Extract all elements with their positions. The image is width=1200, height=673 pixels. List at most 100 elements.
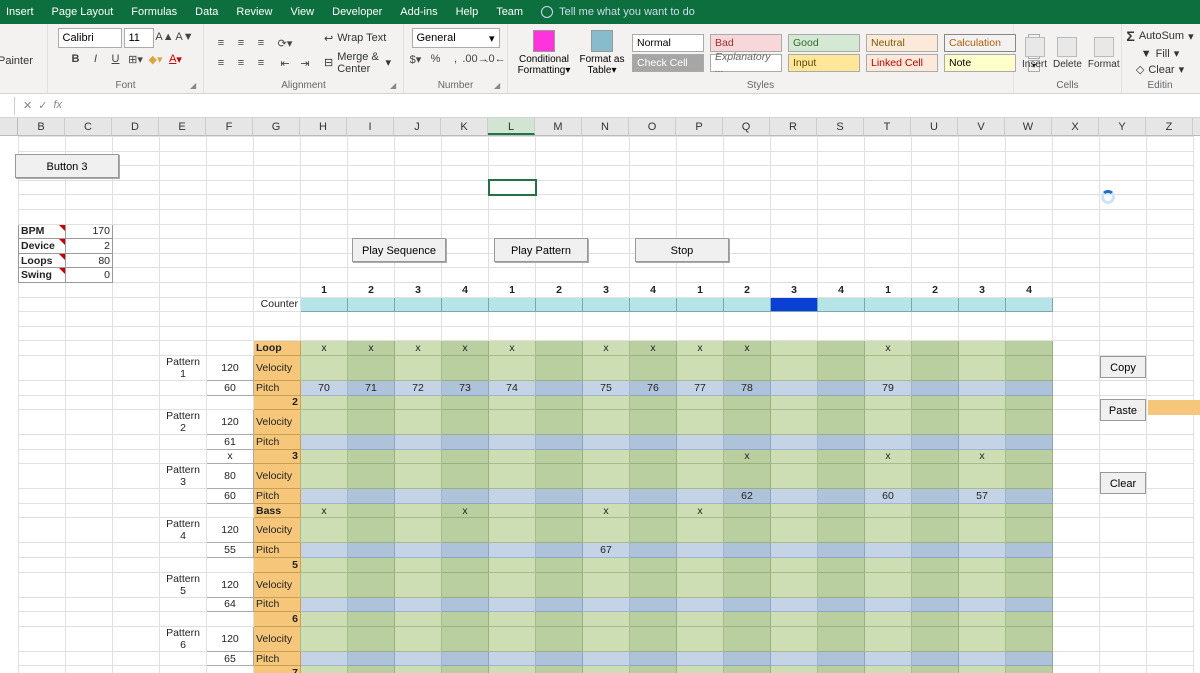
cell[interactable] xyxy=(254,224,301,239)
cell[interactable] xyxy=(395,572,442,597)
cell[interactable] xyxy=(1100,503,1147,518)
tab-team[interactable]: Team xyxy=(496,6,523,18)
tab-review[interactable]: Review xyxy=(236,6,272,18)
cell[interactable] xyxy=(1006,166,1053,181)
cell[interactable] xyxy=(865,626,912,651)
align-middle-icon[interactable]: ≡ xyxy=(232,34,250,52)
cell[interactable] xyxy=(19,282,66,297)
cell[interactable] xyxy=(489,543,536,558)
cell[interactable] xyxy=(207,395,254,410)
cell[interactable] xyxy=(724,543,771,558)
cell[interactable] xyxy=(113,395,160,410)
cell[interactable] xyxy=(771,166,818,181)
cell[interactable] xyxy=(865,137,912,152)
cell[interactable] xyxy=(724,410,771,435)
cell[interactable] xyxy=(724,395,771,410)
cell[interactable] xyxy=(912,355,959,380)
cell[interactable]: 76 xyxy=(630,380,677,395)
cell[interactable] xyxy=(66,464,113,489)
cell[interactable] xyxy=(771,380,818,395)
cell[interactable]: x xyxy=(442,341,489,356)
cell[interactable] xyxy=(442,224,489,239)
cell[interactable] xyxy=(724,464,771,489)
cell[interactable] xyxy=(348,612,395,627)
cell[interactable] xyxy=(19,449,66,464)
cell[interactable]: 2 xyxy=(724,282,771,297)
cell[interactable] xyxy=(959,597,1006,612)
cell[interactable] xyxy=(583,626,630,651)
cell[interactable]: 0 xyxy=(66,268,113,283)
cell[interactable] xyxy=(630,651,677,666)
cell[interactable] xyxy=(1053,239,1100,254)
cell[interactable]: Pattern 2 xyxy=(160,410,207,435)
cell[interactable] xyxy=(1147,449,1194,464)
cell[interactable] xyxy=(113,341,160,356)
cell[interactable] xyxy=(1053,543,1100,558)
cell[interactable] xyxy=(113,597,160,612)
col-header-B[interactable]: B xyxy=(18,118,65,135)
wrap-text-button[interactable]: ↩Wrap Text xyxy=(320,30,395,47)
cell[interactable] xyxy=(912,297,959,312)
cell[interactable] xyxy=(583,612,630,627)
cell[interactable] xyxy=(818,253,865,268)
cell[interactable]: 2 xyxy=(254,395,301,410)
cell[interactable] xyxy=(19,666,66,673)
cell[interactable]: 65 xyxy=(207,651,254,666)
cell[interactable] xyxy=(818,626,865,651)
cell[interactable] xyxy=(630,151,677,166)
cell[interactable] xyxy=(395,151,442,166)
cell[interactable] xyxy=(1147,518,1194,543)
cell[interactable] xyxy=(66,137,113,152)
cell[interactable] xyxy=(536,395,583,410)
cell[interactable] xyxy=(489,151,536,166)
cell[interactable] xyxy=(818,380,865,395)
cell[interactable] xyxy=(818,558,865,573)
cell[interactable] xyxy=(630,355,677,380)
cell[interactable] xyxy=(818,612,865,627)
cell[interactable] xyxy=(1006,253,1053,268)
cell[interactable] xyxy=(912,326,959,341)
cell[interactable] xyxy=(113,489,160,504)
cell[interactable] xyxy=(113,380,160,395)
cell[interactable] xyxy=(301,268,348,283)
cell[interactable] xyxy=(818,666,865,673)
cell[interactable] xyxy=(536,341,583,356)
cell[interactable]: 64 xyxy=(207,597,254,612)
cell[interactable] xyxy=(113,326,160,341)
cell[interactable] xyxy=(113,268,160,283)
cell[interactable] xyxy=(818,503,865,518)
style-linked-cell[interactable]: Linked Cell xyxy=(866,54,938,72)
cell[interactable] xyxy=(489,195,536,210)
cell[interactable] xyxy=(583,597,630,612)
cell[interactable] xyxy=(160,137,207,152)
font-size-select[interactable] xyxy=(124,28,154,48)
cell[interactable]: x xyxy=(442,503,489,518)
cell[interactable] xyxy=(771,253,818,268)
cell[interactable] xyxy=(207,326,254,341)
cell[interactable] xyxy=(254,326,301,341)
cell[interactable] xyxy=(724,253,771,268)
cell[interactable] xyxy=(301,253,348,268)
cell[interactable] xyxy=(724,435,771,450)
cell[interactable] xyxy=(771,612,818,627)
cell[interactable] xyxy=(66,543,113,558)
cell[interactable] xyxy=(677,326,724,341)
cell[interactable] xyxy=(160,395,207,410)
cell[interactable] xyxy=(113,543,160,558)
cell[interactable] xyxy=(442,489,489,504)
cell[interactable] xyxy=(818,297,865,312)
cell[interactable] xyxy=(1053,282,1100,297)
cell[interactable]: 4 xyxy=(442,282,489,297)
cell[interactable] xyxy=(1100,435,1147,450)
cell[interactable]: 7 xyxy=(254,666,301,673)
cell[interactable]: Velocity xyxy=(254,410,301,435)
cell[interactable] xyxy=(1006,224,1053,239)
font-dialog-launcher[interactable]: ◢ xyxy=(190,81,200,91)
cell[interactable] xyxy=(489,651,536,666)
cell[interactable] xyxy=(113,651,160,666)
currency-icon[interactable]: $▾ xyxy=(407,50,425,68)
cell[interactable]: 3 xyxy=(395,282,442,297)
cell[interactable] xyxy=(1147,166,1194,181)
cell[interactable] xyxy=(912,341,959,356)
cell[interactable] xyxy=(630,464,677,489)
